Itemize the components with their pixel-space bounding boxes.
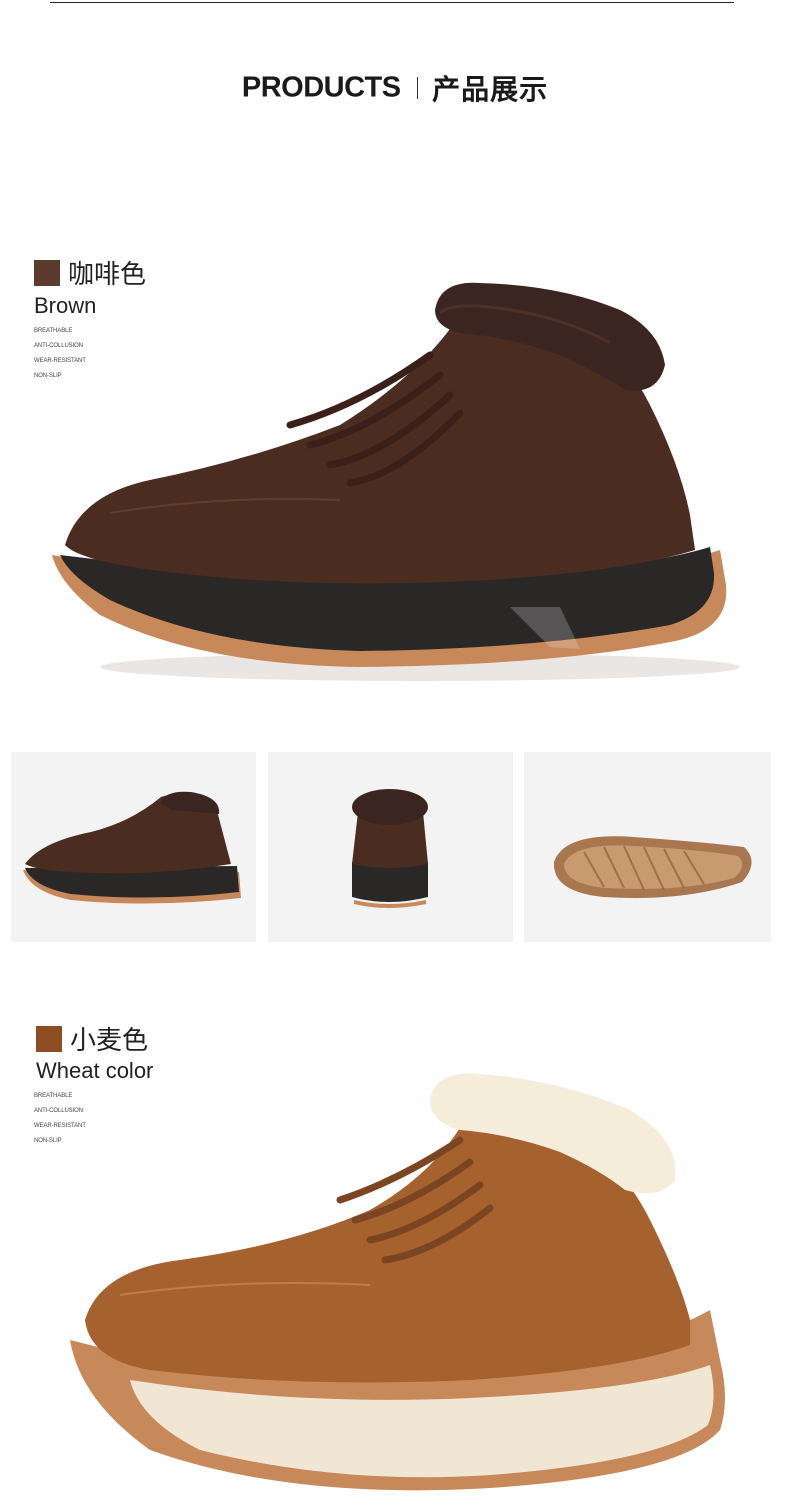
- wheat-shoe-main-image: [70, 1073, 725, 1491]
- wheat-name-cn: 小麦色: [70, 1026, 149, 1056]
- wheat-color-swatch: [36, 1025, 62, 1052]
- header-title-en: PRODUCTS: [241, 71, 401, 104]
- thumbnail-sole-view[interactable]: [524, 752, 771, 942]
- header-title-cn: 产品展示: [432, 73, 549, 106]
- thumbnail-side-view[interactable]: [11, 752, 256, 942]
- top-divider: [50, 2, 734, 3]
- section-header: PRODUCTS 产品展示: [0, 68, 790, 108]
- header-separator: [416, 77, 419, 99]
- thumbnail-rear-view[interactable]: [268, 752, 513, 942]
- brown-shoe-main-image: [52, 282, 740, 681]
- variant-wheat-title: 小麦色: [36, 1020, 148, 1057]
